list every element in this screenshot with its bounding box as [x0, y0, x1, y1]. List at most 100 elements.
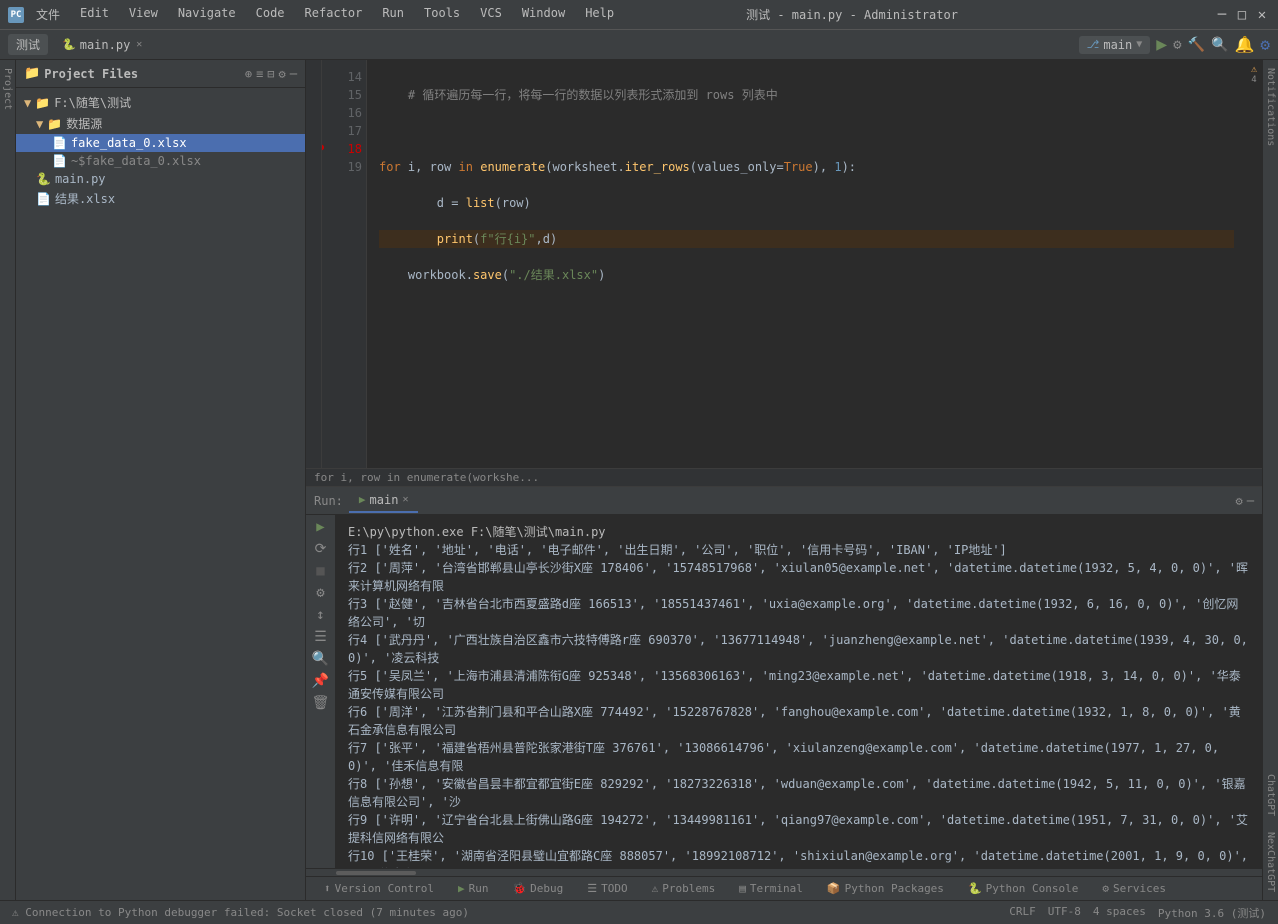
- branch-icon: ⎇: [1087, 38, 1100, 51]
- branch-name: main: [1103, 38, 1132, 52]
- run-configs-button[interactable]: ⚙: [1173, 37, 1181, 53]
- close-button[interactable]: ✕: [1254, 7, 1270, 23]
- file-tab-close[interactable]: ✕: [136, 39, 142, 50]
- file-icon: 🐍: [62, 38, 76, 51]
- menu-navigate[interactable]: Navigate: [174, 4, 240, 25]
- maximize-button[interactable]: □: [1234, 7, 1250, 23]
- run-play-button[interactable]: ▶: [316, 519, 324, 535]
- menu-window[interactable]: Window: [518, 4, 569, 25]
- project-tab[interactable]: 测试: [8, 34, 48, 55]
- project-tab-label: 测试: [16, 36, 40, 53]
- run-scrollbar[interactable]: [306, 868, 1262, 876]
- project-sidebar-label[interactable]: Project: [0, 60, 16, 900]
- tree-root[interactable]: ▼ 📁 F:\随笔\测试: [16, 92, 305, 113]
- tree-file-fake-data[interactable]: 📄 fake_data_0.xlsx: [16, 134, 305, 152]
- expand-icon[interactable]: ≡: [256, 67, 263, 81]
- run-button[interactable]: ▶: [1156, 34, 1167, 55]
- run-settings-icon[interactable]: ⚙: [1236, 494, 1243, 508]
- add-file-icon[interactable]: ⊕: [245, 67, 252, 81]
- search-button[interactable]: 🔍: [1211, 37, 1228, 53]
- btab-problems[interactable]: ⚠ Problems: [642, 880, 726, 897]
- notification-icon[interactable]: 🔔: [1234, 35, 1254, 54]
- chat-gpt-label[interactable]: ChatGPT NexChatGPT: [1263, 766, 1278, 900]
- run-output-line-4: 行4 ['武丹丹', '广西壮族自治区鑫市六技特傅路r座 690370', '1…: [348, 631, 1250, 667]
- nexchatgpt-label[interactable]: NexChatGPT: [1263, 824, 1278, 900]
- btab-debug[interactable]: 🐞 Debug: [502, 880, 573, 897]
- status-indent[interactable]: 4 spaces: [1093, 905, 1146, 921]
- run-output-line-3: 行3 ['赵健', '吉林省台北市西夏盛路d座 166513', '185514…: [348, 595, 1250, 631]
- menu-tools[interactable]: Tools: [420, 4, 464, 25]
- run-pin-button[interactable]: 📌: [312, 673, 329, 689]
- folder-icon: 📁: [35, 96, 50, 110]
- file-tree: ▼ 📁 F:\随笔\测试 ▼ 📁 数据源 📄 fake_data_0.xlsx …: [16, 88, 305, 900]
- settings-project-icon[interactable]: ⚙: [279, 67, 286, 81]
- settings-icon[interactable]: ⚙: [1260, 35, 1270, 54]
- menu-code[interactable]: Code: [252, 4, 289, 25]
- collapse-icon[interactable]: ⊟: [267, 67, 274, 81]
- btab-services-label: Services: [1113, 882, 1166, 895]
- run-fold-button[interactable]: ☰: [314, 629, 327, 645]
- file-tab[interactable]: 🐍 main.py ✕: [54, 36, 150, 54]
- chatgpt-label[interactable]: ChatGPT: [1263, 766, 1278, 824]
- run-output-line-1: 行1 ['姓名', '地址', '电话', '电子邮件', '出生日期', '公…: [348, 541, 1250, 559]
- run-label: Run:: [314, 494, 343, 508]
- run-scroll-button[interactable]: ↕: [316, 607, 324, 623]
- tree-folder-datasource[interactable]: ▼ 📁 数据源: [16, 113, 305, 134]
- btab-terminal[interactable]: ▤ Terminal: [729, 880, 813, 897]
- build-button[interactable]: 🔨: [1188, 37, 1205, 53]
- notifications-label[interactable]: Notifications: [1263, 60, 1278, 154]
- branch-selector[interactable]: ⎇ main ▼: [1079, 36, 1151, 54]
- minimize-button[interactable]: ─: [1214, 7, 1230, 23]
- status-right: CRLF UTF-8 4 spaces Python 3.6 (测试): [1009, 905, 1266, 921]
- status-line-ending[interactable]: CRLF: [1009, 905, 1036, 921]
- window-controls: ─ □ ✕: [1214, 7, 1270, 23]
- status-encoding[interactable]: UTF-8: [1048, 905, 1081, 921]
- warning-count: 4: [1251, 75, 1256, 85]
- error-indicator-panel: ⚠ 4: [1246, 60, 1262, 468]
- run-command-line: E:\py\python.exe F:\随笔\测试\main.py: [348, 523, 1250, 541]
- tree-file-main-py[interactable]: 🐍 main.py: [16, 170, 305, 188]
- line-numbers: 14 15 16 17 18 ● 19: [322, 60, 367, 468]
- code-content[interactable]: # 循环遍历每一行，将每一行的数据以列表形式添加到 rows 列表中 for i…: [367, 60, 1246, 468]
- menu-help[interactable]: Help: [581, 4, 618, 25]
- run-output-line-7: 行7 ['张平', '福建省梧州县普陀张家港街T座 376761', '1308…: [348, 739, 1250, 775]
- btab-version-control[interactable]: ⬆ Version Control: [314, 880, 444, 897]
- project-toolbar: ⊕ ≡ ⊟ ⚙ ─: [245, 67, 297, 81]
- menu-view[interactable]: View: [125, 4, 162, 25]
- run-filter-button[interactable]: ⚙: [316, 585, 324, 601]
- status-python[interactable]: Python 3.6 (测试): [1158, 905, 1266, 921]
- debug-icon: 🐞: [512, 882, 526, 895]
- warning-indicator: ⚠: [1251, 64, 1257, 75]
- btab-python-packages[interactable]: 📦 Python Packages: [817, 880, 954, 897]
- run-close-icon[interactable]: ─: [1247, 494, 1254, 508]
- status-bar: ⚠ Connection to Python debugger failed: …: [0, 900, 1278, 924]
- btab-todo[interactable]: ☰ TODO: [577, 880, 637, 897]
- title-bar: PC 文件 Edit View Navigate Code Refactor R…: [0, 0, 1278, 30]
- xl-file-icon: 📄: [52, 136, 67, 150]
- menu-edit[interactable]: Edit: [76, 4, 113, 25]
- run-output-line-10: 行10 ['王桂荣', '湖南省泾阳县璧山宜都路C座 888057', '189…: [348, 847, 1250, 868]
- run-output-line-9: 行9 ['许明', '辽宁省台北县上街佛山路G座 194272', '13449…: [348, 811, 1250, 847]
- btab-services[interactable]: ⚙ Services: [1092, 880, 1176, 897]
- menu-run[interactable]: Run: [378, 4, 408, 25]
- run-tab-close[interactable]: ✕: [402, 494, 408, 505]
- run-stop-button[interactable]: ■: [316, 563, 324, 579]
- right-notification-panel: Notifications ChatGPT NexChatGPT: [1262, 60, 1278, 900]
- terminal-icon: ▤: [739, 882, 746, 895]
- menu-file[interactable]: 文件: [32, 4, 64, 25]
- run-icon: ▶: [458, 882, 465, 895]
- menu-vcs[interactable]: VCS: [476, 4, 506, 25]
- tree-file-fake-data-temp[interactable]: 📄 ~$fake_data_0.xlsx: [16, 152, 305, 170]
- btab-python-console[interactable]: 🐍 Python Console: [958, 880, 1088, 897]
- run-rerun-button[interactable]: ⟳: [315, 541, 327, 557]
- menu-refactor[interactable]: Refactor: [301, 4, 367, 25]
- run-output[interactable]: E:\py\python.exe F:\随笔\测试\main.py 行1 ['姓…: [336, 515, 1262, 868]
- run-search-button[interactable]: 🔍: [312, 651, 329, 667]
- run-content-area: ▶ ⟳ ■ ⚙ ↕ ☰ 🔍 📌 🗑 E:\py\python.exe F:\随笔…: [306, 515, 1262, 868]
- run-tab-main[interactable]: ▶ main ✕: [349, 489, 419, 513]
- run-close-button[interactable]: 🗑: [312, 695, 330, 711]
- hide-panel-icon[interactable]: ─: [290, 67, 297, 81]
- btab-run[interactable]: ▶ Run: [448, 880, 499, 897]
- tree-file-result[interactable]: 📄 结果.xlsx: [16, 188, 305, 209]
- run-scrollbar-thumb[interactable]: [336, 871, 416, 875]
